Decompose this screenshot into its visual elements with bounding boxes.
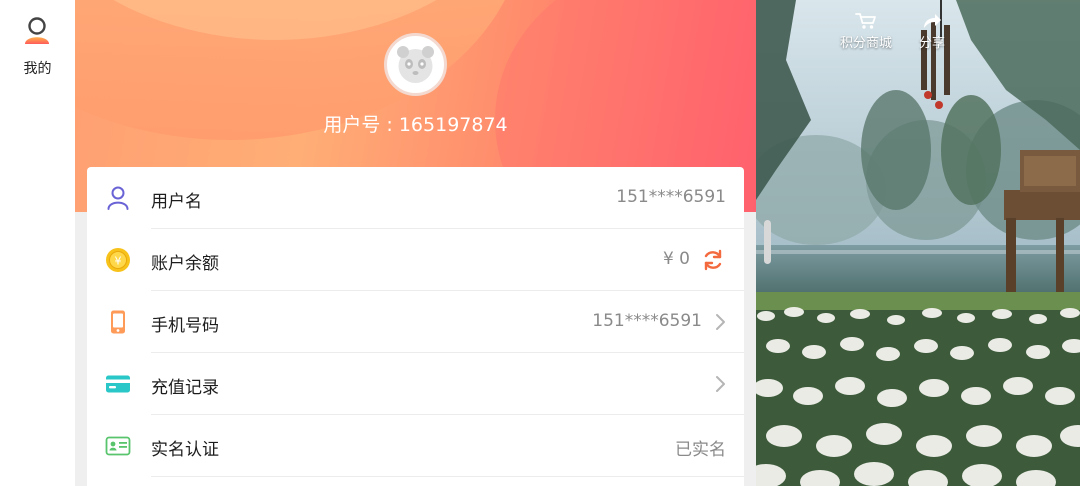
cart-icon xyxy=(855,13,876,29)
nav-item-mine[interactable]: 我的 xyxy=(0,14,75,78)
row-username[interactable]: 用户名 151****6591 xyxy=(87,167,744,229)
account-info-card: 用户名 151****6591 ¥ 账户余额 ¥ 0 手机号码 151****6… xyxy=(87,167,744,486)
coin-icon: ¥ xyxy=(106,248,130,272)
share-label: 分享 xyxy=(918,36,945,51)
user-id-text: 用户号 : 165197874 xyxy=(323,114,508,136)
svg-text:¥: ¥ xyxy=(115,255,122,268)
row-real-name-value: 已实名 xyxy=(675,440,726,460)
row-balance[interactable]: ¥ 账户余额 ¥ 0 xyxy=(87,229,744,291)
row-recharge-history[interactable]: 充值记录 xyxy=(87,353,744,415)
account-panel: 用户号 : 165197874 用户名 151****6591 ¥ 账户余额 ¥… xyxy=(75,0,756,486)
id-card-icon xyxy=(105,436,131,456)
user-profile-icon xyxy=(25,17,49,44)
row-balance-value: ¥ 0 xyxy=(662,249,690,269)
person-icon xyxy=(107,186,129,210)
row-real-name-label: 实名认证 xyxy=(151,440,219,460)
row-phone[interactable]: 手机号码 151****6591 xyxy=(87,291,744,353)
divider xyxy=(151,476,744,477)
row-phone-label: 手机号码 xyxy=(151,316,219,336)
card-icon xyxy=(106,375,130,393)
nav-item-mine-label: 我的 xyxy=(23,61,52,77)
row-username-label: 用户名 xyxy=(151,192,202,212)
row-recharge-history-label: 充值记录 xyxy=(151,378,219,398)
points-mall-label: 积分商城 xyxy=(839,36,892,51)
phone-icon xyxy=(111,310,125,334)
flower-field xyxy=(756,307,1080,486)
points-mall-button[interactable]: 积分商城 xyxy=(836,12,896,52)
row-phone-value: 151****6591 xyxy=(592,311,702,331)
share-button[interactable]: 分享 xyxy=(914,12,950,52)
share-icon xyxy=(924,14,941,28)
chevron-right-icon xyxy=(716,376,725,392)
side-nav: 我的 xyxy=(0,0,75,486)
game-scene[interactable]: 积分商城 分享 xyxy=(756,0,1080,486)
refresh-icon[interactable] xyxy=(702,249,724,271)
scroll-handle[interactable] xyxy=(764,220,771,264)
row-real-name[interactable]: 实名认证 已实名 xyxy=(87,415,744,477)
avatar[interactable] xyxy=(384,33,447,96)
app-root: 我的 用户号 : 165197874 用户名 151****6591 ¥ 账户余… xyxy=(0,0,1080,486)
row-username-value: 151****6591 xyxy=(616,187,726,207)
row-balance-label: 账户余额 xyxy=(151,254,219,274)
panda-avatar-icon xyxy=(397,46,434,83)
chevron-right-icon xyxy=(716,314,725,330)
